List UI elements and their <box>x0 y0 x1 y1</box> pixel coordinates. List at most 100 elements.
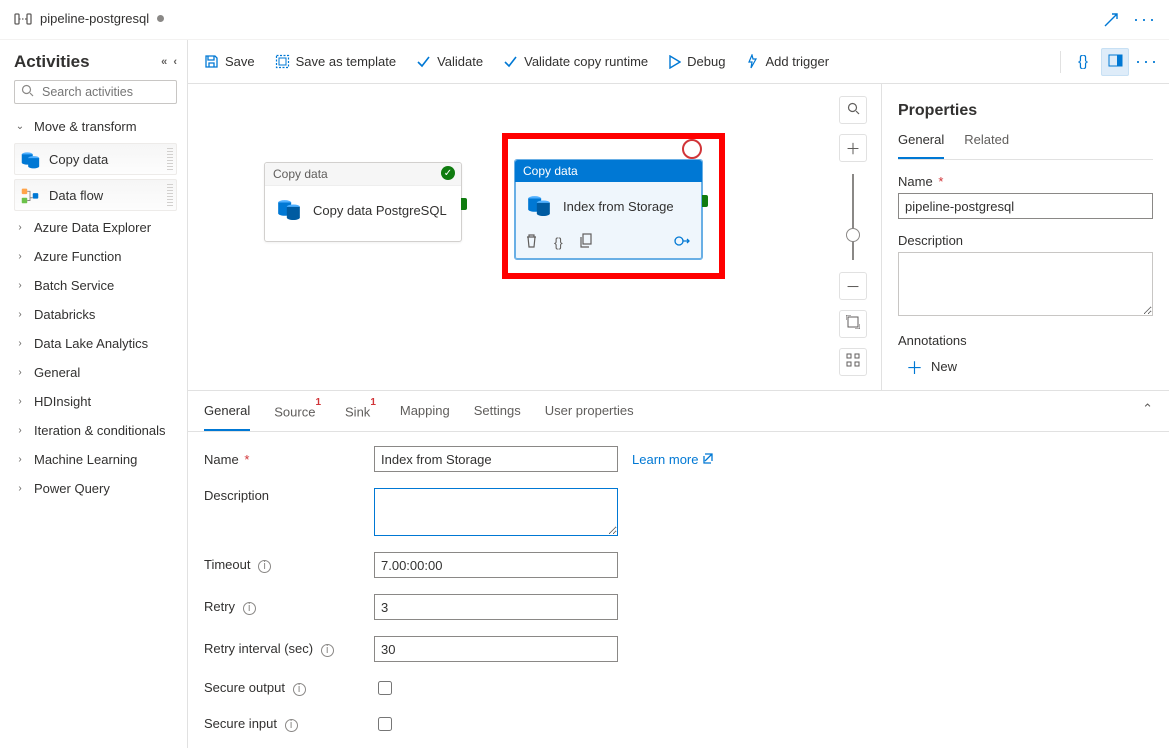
prop-name-input[interactable] <box>898 193 1153 219</box>
check-icon <box>503 55 518 68</box>
pipeline-toolbar: Save Save as template Validate Validate … <box>188 40 1169 84</box>
timeout-label: Timeout i <box>204 557 374 573</box>
zoom-slider[interactable] <box>850 174 856 260</box>
move-transform-group[interactable]: ⌄ Move & transform <box>14 112 177 141</box>
save-button[interactable]: Save <box>196 49 263 74</box>
output-port[interactable] <box>702 195 708 207</box>
add-trigger-button[interactable]: Add trigger <box>737 49 837 74</box>
activities-search-input[interactable] <box>40 84 170 100</box>
properties-tab-general[interactable]: General <box>898 132 944 159</box>
info-icon[interactable]: i <box>258 560 271 573</box>
output-port[interactable] <box>461 198 467 210</box>
retry-interval-input[interactable] <box>374 636 618 662</box>
timeout-input[interactable] <box>374 552 618 578</box>
card-title: Copy data PostgreSQL <box>313 203 447 218</box>
chevron-right-icon: › <box>14 309 26 320</box>
card-type: Copy data ✓ <box>265 163 461 186</box>
card-type: Copy data <box>515 160 702 182</box>
card-title: Index from Storage <box>563 199 674 214</box>
more-icon[interactable]: ··· <box>1131 6 1159 34</box>
tab-settings[interactable]: Settings <box>474 391 521 431</box>
group-batch-service[interactable]: ›Batch Service <box>14 271 177 300</box>
clone-icon[interactable] <box>579 233 593 251</box>
tab-sink[interactable]: Sink1 <box>345 391 376 431</box>
maximize-icon[interactable] <box>1097 6 1125 34</box>
code-view-button[interactable]: {} <box>1069 48 1097 76</box>
validate-button[interactable]: Validate <box>408 49 491 74</box>
chevron-right-icon: › <box>14 251 26 262</box>
info-icon[interactable]: i <box>321 644 334 657</box>
zoom-in-button[interactable]: ＋ <box>839 134 867 162</box>
pipeline-canvas[interactable]: Copy data ✓ Copy data PostgreSQL C <box>188 84 881 390</box>
properties-panel: Properties General Related Name * Descri… <box>881 84 1169 390</box>
save-icon <box>204 54 219 69</box>
prop-name-label: Name * <box>898 174 1153 189</box>
delete-icon[interactable] <box>525 233 538 251</box>
zoom-out-button[interactable]: － <box>839 272 867 300</box>
secure-output-checkbox[interactable] <box>378 681 392 695</box>
properties-toggle-button[interactable] <box>1101 48 1129 76</box>
group-azure-function[interactable]: ›Azure Function <box>14 242 177 271</box>
description-input[interactable] <box>374 488 618 536</box>
tab-source[interactable]: Source1 <box>274 391 321 431</box>
activity-copy-data[interactable]: Copy data <box>14 143 177 175</box>
prop-desc-input[interactable] <box>898 252 1153 316</box>
debug-button[interactable]: Debug <box>660 49 733 74</box>
status-success-icon: ✓ <box>441 166 455 180</box>
group-data-lake[interactable]: ›Data Lake Analytics <box>14 329 177 358</box>
chevron-right-icon: › <box>14 367 26 378</box>
name-input[interactable] <box>374 446 618 472</box>
secure-input-label: Secure input i <box>204 716 374 732</box>
group-general[interactable]: ›General <box>14 358 177 387</box>
add-annotation-button[interactable]: ＋ New <box>906 354 1153 379</box>
group-hdinsight[interactable]: ›HDInsight <box>14 387 177 416</box>
properties-tab-related[interactable]: Related <box>964 132 1009 159</box>
editor-tabs: pipeline-postgresql ··· <box>0 0 1169 40</box>
plus-icon: ＋ <box>846 138 861 159</box>
group-power-query[interactable]: ›Power Query <box>14 474 177 503</box>
activity-card-index-from-storage[interactable]: Copy data Index from Storage {} <box>514 159 703 260</box>
fit-screen-button[interactable] <box>839 310 867 338</box>
braces-icon[interactable]: {} <box>554 235 563 250</box>
tab-general[interactable]: General <box>204 391 250 431</box>
activity-details: General Source1 Sink1 Mapping Settings U… <box>188 390 1169 748</box>
description-label: Description <box>204 488 374 503</box>
info-icon[interactable]: i <box>285 719 298 732</box>
secure-input-checkbox[interactable] <box>378 717 392 731</box>
trigger-icon <box>745 54 759 69</box>
pipeline-tab[interactable]: pipeline-postgresql <box>10 5 168 34</box>
validate-copy-button[interactable]: Validate copy runtime <box>495 49 656 74</box>
tab-user-properties[interactable]: User properties <box>545 391 634 431</box>
activity-card-copy-postgresql[interactable]: Copy data ✓ Copy data PostgreSQL <box>264 162 462 242</box>
retry-input[interactable] <box>374 594 618 620</box>
save-as-template-button[interactable]: Save as template <box>267 49 404 74</box>
activities-title: Activities « ‹ <box>14 52 177 72</box>
info-icon[interactable]: i <box>243 602 256 615</box>
chevron-right-icon: › <box>14 425 26 436</box>
group-iteration[interactable]: ›Iteration & conditionals <box>14 416 177 445</box>
data-flow-icon <box>19 184 41 206</box>
group-azure-data-explorer[interactable]: ›Azure Data Explorer <box>14 213 177 242</box>
drag-handle[interactable] <box>167 148 173 170</box>
panel-collapse-icon[interactable]: « ‹ <box>161 56 177 68</box>
group-databricks[interactable]: ›Databricks <box>14 300 177 329</box>
canvas-controls: ＋ － <box>839 96 867 376</box>
chevron-right-icon: › <box>14 338 26 349</box>
learn-more-link[interactable]: Learn more <box>632 452 818 467</box>
unsaved-indicator <box>157 15 164 22</box>
group-ml[interactable]: ›Machine Learning <box>14 445 177 474</box>
drag-handle[interactable] <box>167 184 173 206</box>
tab-mapping[interactable]: Mapping <box>400 391 450 431</box>
expand-icon[interactable] <box>674 234 692 251</box>
panel-icon <box>1108 54 1123 70</box>
toolbar-more-button[interactable]: ··· <box>1133 48 1161 76</box>
activity-data-flow[interactable]: Data flow <box>14 179 177 211</box>
retry-label: Retry i <box>204 599 374 615</box>
collapse-details-icon[interactable]: ⌃ <box>1142 401 1153 417</box>
info-icon[interactable]: i <box>293 683 306 696</box>
chevron-right-icon: › <box>14 222 26 233</box>
canvas-search-button[interactable] <box>839 96 867 124</box>
auto-layout-button[interactable] <box>839 348 867 376</box>
activities-search[interactable] <box>14 80 177 104</box>
pipeline-icon <box>14 12 32 26</box>
